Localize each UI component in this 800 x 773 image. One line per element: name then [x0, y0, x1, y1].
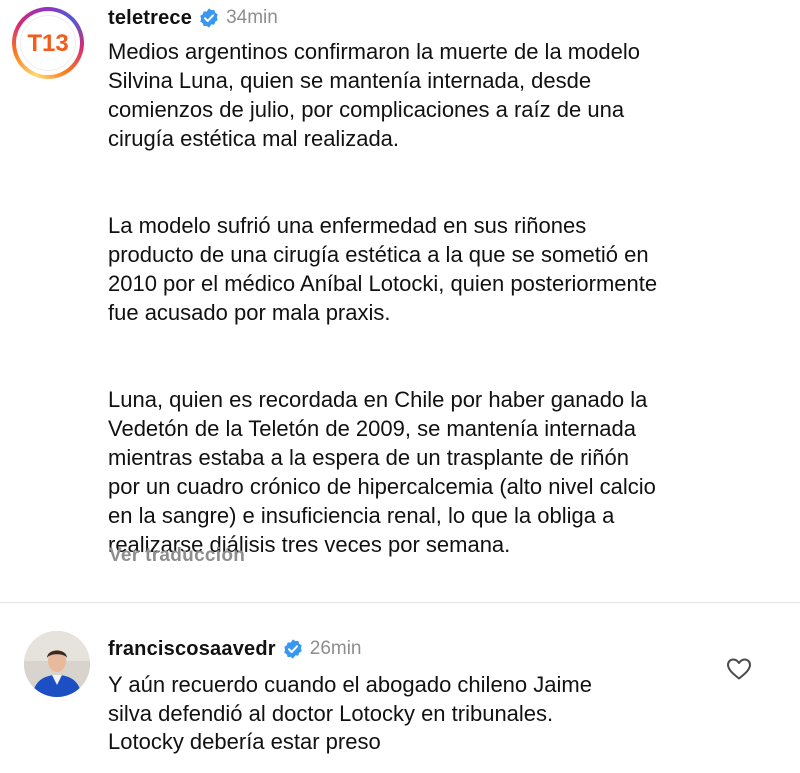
comment-timestamp: 26min [309, 638, 362, 659]
caption-paragraph-3: Luna, quien es recordada en Chile por ha… [108, 387, 656, 557]
avatar[interactable] [24, 631, 90, 697]
caption-paragraph-2: La modelo sufrió una enfermedad en sus r… [108, 213, 658, 325]
teletrece-logo: T13 [20, 15, 76, 71]
svg-text:T13: T13 [27, 30, 68, 57]
comment-text: Y aún recuerdo cuando el abogado chileno… [108, 672, 592, 754]
caption-paragraph-1: Medios argentinos confirmaron la muerte … [108, 39, 640, 151]
comment-header: franciscosaavedr 26min [108, 635, 362, 663]
verified-badge-icon [282, 638, 304, 660]
see-translation-link[interactable]: Ver traducción [109, 545, 245, 567]
user-photo-icon [24, 631, 90, 697]
heart-icon[interactable] [726, 657, 752, 681]
comment-username[interactable]: franciscosaavedr [108, 638, 276, 661]
post-caption: Medios argentinos confirmaron la muerte … [108, 37, 788, 559]
divider [0, 602, 800, 603]
post-username[interactable]: teletrece [108, 7, 192, 30]
t13-logo-icon: T13 [27, 30, 68, 57]
post-timestamp: 34min [226, 7, 278, 28]
avatar-inner: T13 [16, 11, 80, 75]
post-header: teletrece 34min [108, 4, 278, 32]
story-ring-avatar[interactable]: T13 [12, 7, 84, 79]
verified-badge-icon [198, 7, 220, 29]
